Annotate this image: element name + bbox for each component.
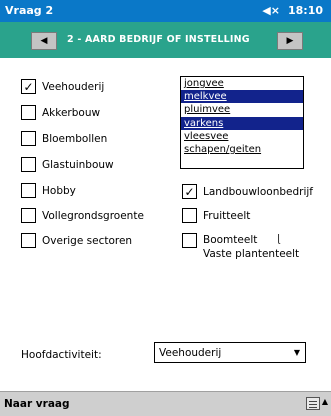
checkbox-box[interactable]: ✓ [182,184,197,199]
naar-vraag-menu[interactable]: Naar vraag [4,398,70,410]
checkbox-glastuinbouw[interactable]: Glastuinbouw [21,157,114,172]
arrow-left-icon: ◀ [40,36,48,46]
checkbox-box[interactable] [21,233,36,248]
hoofdactiviteit-label: Hoofdactiviteit: [21,349,102,361]
arrow-right-icon: ▶ [286,36,294,46]
checkbox-box[interactable] [182,233,197,248]
checkbox-box[interactable] [21,208,36,223]
checkbox-label: Veehouderij [42,80,105,93]
text-cursor-icon: ɭ [277,232,281,245]
list-item[interactable]: schapen/geiten [181,143,303,156]
checkbox-box[interactable] [21,183,36,198]
prev-question-button[interactable]: ◀ [31,32,57,50]
checkbox-box[interactable] [21,157,36,172]
chevron-up-icon[interactable]: ▲ [322,397,328,406]
checkbox-boomteelt[interactable]: Boomteelt Vaste plantenteelt [182,233,299,261]
checkbox-label: Vollegrondsgroente [42,209,144,222]
checkbox-hobby[interactable]: Hobby [21,183,76,198]
checkbox-overige-sectoren[interactable]: Overige sectoren [21,233,132,248]
list-item[interactable]: varkens [181,116,303,130]
checkbox-fruitteelt[interactable]: Fruitteelt [182,208,250,223]
checkbox-label-line2: Vaste plantenteelt [203,248,300,260]
speaker-icon[interactable]: ◀× [262,4,280,17]
list-item[interactable]: jongvee [181,77,303,90]
checkbox-label: Akkerbouw [42,106,101,119]
checkbox-vollegrondsgroente[interactable]: Vollegrondsgroente [21,208,144,223]
checkbox-label: Boomteelt [203,234,258,246]
checkbox-bloembollen[interactable]: Bloembollen [21,131,107,146]
checkbox-akkerbouw[interactable]: Akkerbouw [21,105,100,120]
livestock-listbox[interactable]: jongvee melkvee pluimvee varkens vleesve… [180,76,304,169]
checkbox-veehouderij[interactable]: ✓ Veehouderij [21,79,104,94]
list-item[interactable]: melkvee [181,90,303,104]
checkbox-label: Landbouwloonbedrijf [203,185,313,198]
list-item[interactable]: vleesvee [181,130,303,143]
question-nav-bar: ◀ 2 - AARD BEDRIJF OF INSTELLING ▶ [0,22,331,58]
checkbox-box[interactable]: ✓ [21,79,36,94]
question-title: 2 - AARD BEDRIJF OF INSTELLING [67,34,250,45]
checkbox-label-group: Boomteelt Vaste plantenteelt [203,233,299,261]
checkbox-label: Hobby [42,184,76,197]
checkbox-box[interactable] [182,208,197,223]
next-question-button[interactable]: ▶ [277,32,303,50]
checkbox-label: Fruitteelt [203,209,251,222]
chevron-down-icon[interactable]: ▼ [294,348,300,357]
checkbox-box[interactable] [21,131,36,146]
keyboard-icon[interactable] [306,397,320,410]
bottom-menu-bar: Naar vraag ▲ [0,391,331,416]
select-value: Veehouderij [159,346,222,359]
hoofdactiviteit-select[interactable]: Veehouderij ▼ [154,342,306,363]
checkbox-label: Glastuinbouw [42,158,114,171]
status-area: ◀× 18:10 [262,4,323,17]
app-title: Vraag 2 [5,4,54,17]
clock: 18:10 [287,4,323,17]
checkbox-label: Bloembollen [42,132,108,145]
title-bar: Vraag 2 ◀× 18:10 [0,0,331,22]
checkbox-label: Overige sectoren [42,234,133,247]
list-item[interactable]: pluimvee [181,103,303,116]
checkbox-landbouwloonbedrijf[interactable]: ✓ Landbouwloonbedrijf [182,184,313,199]
checkbox-box[interactable] [21,105,36,120]
